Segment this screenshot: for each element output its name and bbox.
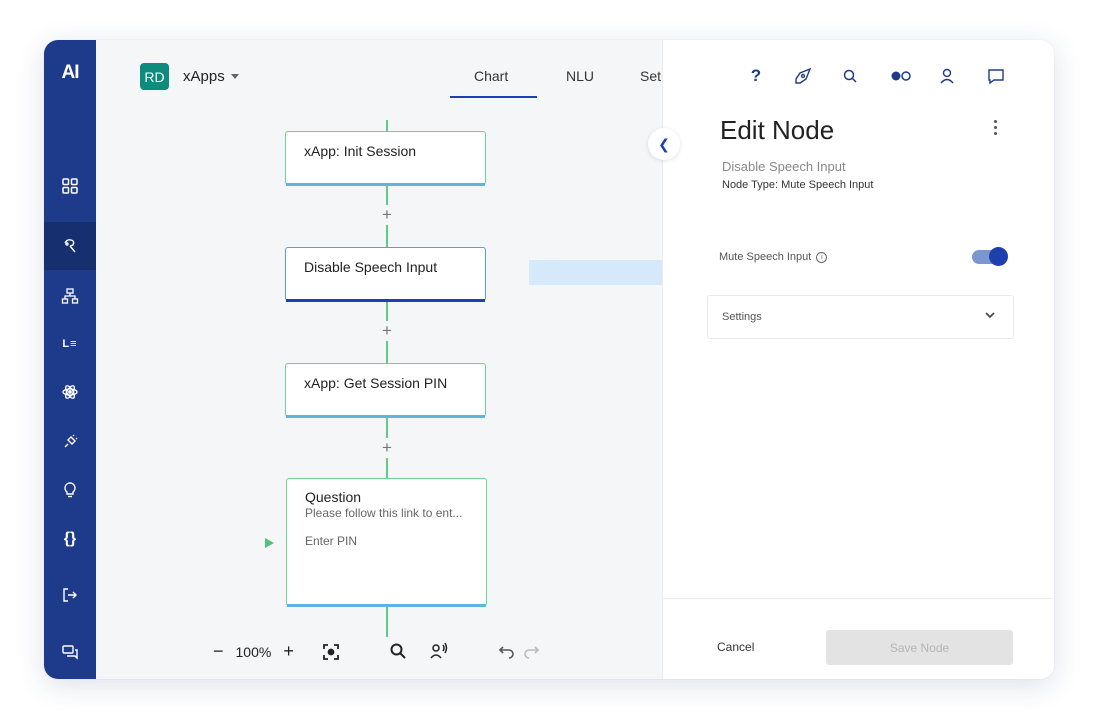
pointer-arrow — [529, 260, 669, 285]
list-icon: L≡ — [62, 338, 78, 350]
chat-icon — [62, 645, 78, 660]
node-name: Disable Speech Input — [722, 159, 846, 174]
flow-node-question[interactable]: Question Please follow this link to ent.… — [286, 478, 487, 607]
zoom-level: 100% — [235, 643, 272, 660]
node-title: xApp: Init Session — [304, 143, 417, 159]
voice-preview-icon[interactable] — [429, 641, 449, 661]
nav-flows[interactable] — [44, 272, 96, 320]
app-window: AI L≡ {} RD xApps Chart NLU Set + + + xA… — [44, 40, 1054, 679]
mute-speech-label: Mute Speech Input i — [719, 251, 828, 263]
atom-icon — [62, 385, 78, 399]
undo-icon[interactable] — [496, 644, 516, 660]
toggle-dots-icon[interactable] — [889, 66, 913, 86]
tab-settings[interactable]: Set — [640, 68, 661, 84]
nav-list[interactable]: L≡ — [44, 320, 96, 368]
nav-code[interactable]: {} — [44, 515, 96, 563]
node-option: Enter PIN — [305, 534, 358, 548]
chevron-down-icon — [985, 312, 995, 319]
flow-node-disable-speech-input[interactable]: Disable Speech Input — [285, 247, 486, 302]
nav-dashboard[interactable] — [44, 162, 96, 210]
settings-label: Settings — [722, 311, 762, 323]
add-node-button[interactable]: + — [379, 321, 395, 341]
redo-icon[interactable] — [522, 644, 542, 660]
node-title: Question — [305, 489, 362, 505]
flow-canvas[interactable]: RD xApps Chart NLU Set + + + xApp: Init … — [96, 40, 662, 679]
mute-speech-toggle[interactable] — [972, 247, 1008, 266]
flow-node-init-session[interactable]: xApp: Init Session — [285, 131, 486, 186]
toggle-knob — [989, 247, 1008, 266]
zoom-out-button[interactable]: − — [213, 641, 224, 662]
tab-chart[interactable]: Chart — [474, 68, 508, 84]
code-braces-icon: {} — [63, 530, 77, 547]
more-options-icon[interactable] — [994, 120, 997, 135]
paint-brush-icon — [64, 239, 76, 253]
search-icon[interactable] — [840, 66, 860, 86]
avatar[interactable]: RD — [140, 63, 169, 90]
edit-node-panel: ❮ ? Edit Node Disable Speech Input Node … — [648, 40, 1054, 679]
app-logo: AI — [61, 62, 80, 83]
node-type: Node Type: Mute Speech Input — [722, 179, 874, 191]
flow-connector — [386, 607, 388, 637]
add-node-button[interactable]: + — [379, 438, 395, 458]
app-name-label: xApps — [183, 68, 225, 85]
lightbulb-icon — [64, 482, 76, 498]
comment-icon[interactable] — [986, 66, 1006, 86]
flowchart-icon — [61, 288, 79, 304]
compass-icon[interactable] — [793, 66, 813, 86]
collapse-panel-button[interactable]: ❮ — [648, 128, 680, 160]
info-icon[interactable]: i — [816, 251, 828, 263]
settings-accordion[interactable]: Settings — [707, 295, 1014, 339]
zoom-in-button[interactable]: + — [283, 641, 294, 662]
grid-icon — [62, 178, 78, 194]
search-icon[interactable] — [389, 642, 407, 660]
logout-icon — [63, 588, 77, 602]
flow-node-get-session-pin[interactable]: xApp: Get Session PIN — [285, 363, 486, 418]
nav-rail: AI L≡ {} — [44, 40, 96, 679]
play-icon — [265, 538, 274, 548]
help-icon[interactable]: ? — [746, 66, 766, 86]
chevron-left-icon: ❮ — [658, 135, 670, 152]
nav-insights[interactable] — [44, 466, 96, 514]
nav-logout[interactable] — [44, 571, 96, 619]
user-icon[interactable] — [937, 66, 957, 86]
mute-speech-label-text: Mute Speech Input — [719, 251, 812, 263]
active-tab-indicator — [450, 96, 537, 98]
panel-title: Edit Node — [720, 115, 835, 145]
node-title: Disable Speech Input — [304, 259, 438, 275]
app-selector[interactable]: xApps — [183, 68, 239, 85]
plug-icon — [64, 434, 78, 448]
node-subtitle: Please follow this link to ent... — [305, 506, 463, 520]
nav-chat[interactable] — [44, 628, 96, 676]
node-title: xApp: Get Session PIN — [304, 375, 448, 391]
save-node-button[interactable]: Save Node — [826, 630, 1013, 665]
add-node-button[interactable]: + — [379, 205, 395, 225]
chevron-down-icon — [230, 74, 239, 79]
nav-integrations[interactable] — [44, 418, 96, 466]
nav-nlu[interactable] — [44, 368, 96, 416]
tab-nlu[interactable]: NLU — [566, 68, 594, 84]
nav-design[interactable] — [44, 222, 96, 270]
zoom-controls: − 100% + — [213, 641, 294, 662]
fit-screen-icon[interactable] — [322, 643, 340, 661]
cancel-button[interactable]: Cancel — [717, 640, 754, 654]
panel-footer: Cancel Save Node — [663, 598, 1054, 679]
